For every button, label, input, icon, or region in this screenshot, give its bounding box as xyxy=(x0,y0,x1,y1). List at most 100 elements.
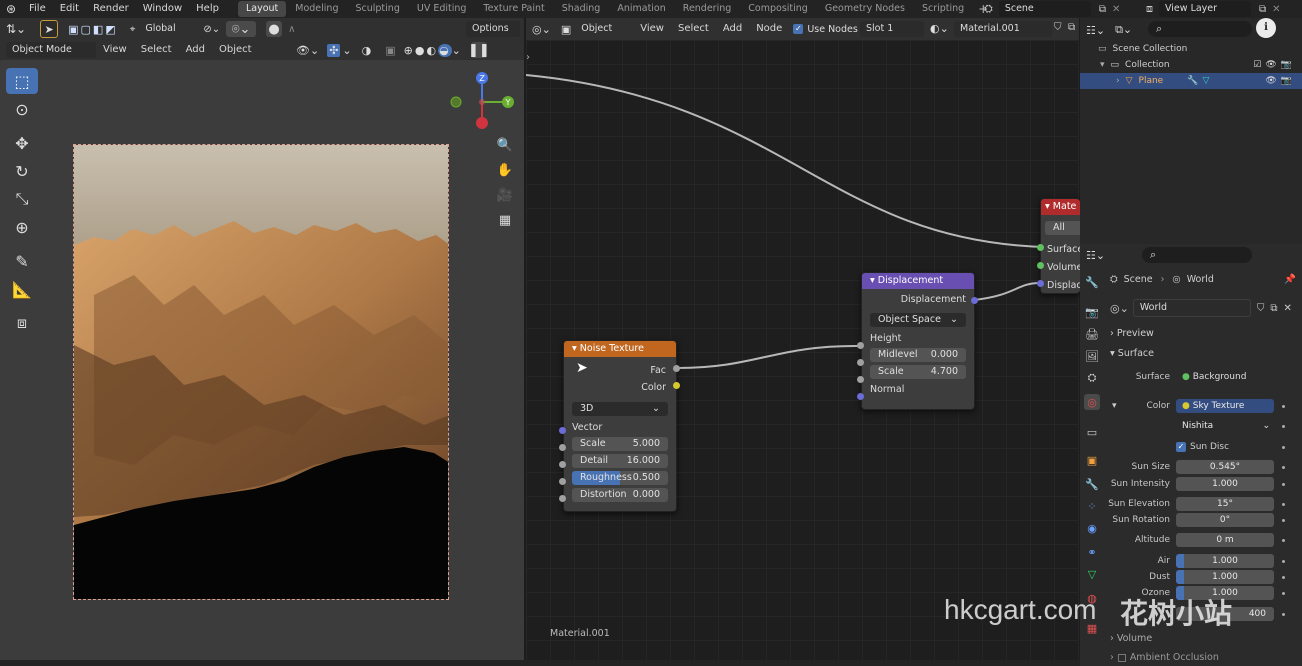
sun-intensity-field[interactable]: 1.000 xyxy=(1176,477,1274,491)
midlevel-socket[interactable] xyxy=(857,359,864,366)
unlink-world-icon[interactable]: ✕ xyxy=(1283,303,1291,314)
output-node-title[interactable]: ▾ Mate xyxy=(1041,199,1080,215)
zoom-icon[interactable]: 🔍 xyxy=(494,134,516,156)
collection-visibility-icons[interactable]: ☑👁📷 xyxy=(1253,60,1296,70)
properties-type-icon[interactable]: ☷⌄ xyxy=(1086,249,1105,262)
particles-tab-icon[interactable]: ⁘ xyxy=(1084,498,1100,514)
viewport-area[interactable]: ⬚ ⊙ ✥ ↻ ⤡ ⊕ ✎ 📐 ⧈ Z Y 🔍 ✋ 🎥 ▦ xyxy=(0,60,524,660)
dimensions-select[interactable]: 3D ⌄ xyxy=(572,402,668,416)
material-browse-icon[interactable]: ◐⌄ xyxy=(930,22,949,35)
tab-rendering[interactable]: Rendering xyxy=(675,1,740,17)
displacement-in-socket[interactable] xyxy=(1037,280,1044,287)
altitude-field[interactable]: 0 m xyxy=(1176,533,1274,547)
tab-compositing[interactable]: Compositing xyxy=(740,1,816,17)
tab-animation[interactable]: Animation xyxy=(609,1,673,17)
displacement-node-title[interactable]: ▾ Displacement xyxy=(862,273,974,289)
use-nodes-checkbox[interactable]: ✓ xyxy=(793,24,804,34)
animate-dot[interactable] xyxy=(1282,445,1285,449)
shader-type-select[interactable]: Object xyxy=(575,21,634,37)
gizmo-neg-y-axis[interactable] xyxy=(450,96,462,108)
select-cursor-icon[interactable]: ➤ xyxy=(40,20,59,38)
collection-tab-icon[interactable]: ▭ xyxy=(1084,424,1100,440)
dust-slider[interactable]: 1.000 xyxy=(1176,570,1274,584)
scale-field[interactable]: Scale 4.700 xyxy=(870,365,966,379)
tab-layout[interactable]: Layout xyxy=(237,1,287,17)
measure-tool-icon[interactable]: 📐 xyxy=(6,276,38,302)
move-tool-icon[interactable]: ✥ xyxy=(6,130,38,156)
menu-edit[interactable]: Edit xyxy=(53,0,86,18)
expand-collection-icon[interactable]: ▾ xyxy=(1100,60,1105,70)
pause-render-icon[interactable]: ❚❚ xyxy=(468,42,490,58)
transform-orientation-select[interactable]: Global xyxy=(139,21,200,37)
tab-sculpting[interactable]: Sculpting xyxy=(347,1,407,17)
noise-roughness-field[interactable]: Roughness 0.500 xyxy=(572,471,668,485)
options-button[interactable]: Options xyxy=(466,21,520,37)
render-tab-icon[interactable]: 📷 xyxy=(1084,304,1100,320)
tab-modeling[interactable]: Modeling xyxy=(287,1,346,17)
tab-shading[interactable]: Shading xyxy=(554,1,609,17)
annotate-tool-icon[interactable]: ✎ xyxy=(6,248,38,274)
overlays-icon[interactable]: ◑ xyxy=(362,44,372,57)
scale-in-socket[interactable] xyxy=(559,444,566,451)
tool-tab-icon[interactable]: 🔧 xyxy=(1084,274,1100,290)
color-expand-icon[interactable]: ▾ xyxy=(1112,401,1117,411)
expand-plane-icon[interactable]: › xyxy=(1116,76,1120,86)
surface-shader-select[interactable]: ● Background xyxy=(1176,370,1274,384)
viewport-menu-add[interactable]: Add xyxy=(179,41,212,59)
grid-view-icon[interactable]: ▦ xyxy=(494,209,516,231)
scale-tool-icon[interactable]: ⤡ xyxy=(6,186,38,212)
normal-socket[interactable] xyxy=(857,393,864,400)
plane-visibility-icons[interactable]: 👁📷 xyxy=(1265,76,1296,86)
fake-user-icon[interactable]: ⛉ xyxy=(1054,22,1062,33)
copy-world-icon[interactable]: ⧉ xyxy=(1270,303,1277,314)
surface-socket[interactable] xyxy=(1037,244,1044,251)
node-menu-select[interactable]: Select xyxy=(671,20,716,38)
tab-scripting[interactable]: Scripting xyxy=(914,1,972,17)
falloff-icon[interactable]: ∧ xyxy=(288,24,295,35)
material-name[interactable]: Material.001 xyxy=(954,21,1052,37)
menu-file[interactable]: File xyxy=(22,0,53,18)
copy-view-layer-icon[interactable]: ⧉ xyxy=(1259,4,1266,15)
outliner-type-icon[interactable]: ☷⌄ xyxy=(1086,24,1105,37)
animate-dot[interactable] xyxy=(1282,559,1285,563)
height-socket[interactable] xyxy=(857,342,864,349)
ao-panel-header[interactable]: › Ambient Occlusion xyxy=(1110,652,1219,663)
tab-texture-paint[interactable]: Texture Paint xyxy=(475,1,552,17)
scene-name[interactable]: Scene xyxy=(998,1,1091,17)
xray-icon[interactable]: ▣ xyxy=(385,44,395,57)
cursor-tool-icon[interactable]: ⊙ xyxy=(6,96,38,122)
rotate-tool-icon[interactable]: ↻ xyxy=(6,158,38,184)
mode-select[interactable]: Object Mode xyxy=(6,42,96,58)
data-tab-icon[interactable]: ▽ xyxy=(1084,566,1100,582)
visibility-icon[interactable]: 👁⌄ xyxy=(296,44,319,57)
color-socket[interactable] xyxy=(673,382,680,389)
noise-distortion-field[interactable]: Distortion 0.000 xyxy=(572,488,668,502)
world-tab-icon[interactable]: ◎ xyxy=(1084,394,1100,410)
view-layer-selector[interactable]: ⧈ View Layer ⧉ ✕ xyxy=(1146,0,1302,18)
gizmo-menu-icon[interactable]: ⌄ xyxy=(342,44,351,57)
navigation-gizmo[interactable]: Z Y xyxy=(446,68,522,140)
tab-geometry-nodes[interactable]: Geometry Nodes xyxy=(817,1,913,17)
menu-window[interactable]: Window xyxy=(136,0,189,18)
animate-dot[interactable] xyxy=(1282,518,1285,522)
view-layer-name[interactable]: View Layer xyxy=(1159,1,1251,17)
fac-socket[interactable] xyxy=(673,365,680,372)
menu-help[interactable]: Help xyxy=(189,0,226,18)
pin-icon[interactable]: 📌 xyxy=(1284,274,1296,285)
scene-collection-label[interactable]: Scene Collection xyxy=(1113,44,1188,54)
noise-detail-field[interactable]: Detail 16.000 xyxy=(572,454,668,468)
outliner-row-plane[interactable]: › ▽ Plane 🔧 ▽ 👁📷 xyxy=(1080,73,1302,89)
distortion-in-socket[interactable] xyxy=(559,495,566,502)
constraints-tab-icon[interactable]: ⚭ xyxy=(1084,544,1100,560)
animate-dot[interactable] xyxy=(1282,502,1285,506)
gizmo-toggle-icon[interactable]: ✣ xyxy=(327,43,341,57)
select-box-mode-icons[interactable]: ▣▢◧◩ xyxy=(68,23,118,36)
noise-scale-field[interactable]: Scale 5.000 xyxy=(572,437,668,451)
scene-tab-icon[interactable]: ⛭ xyxy=(1084,370,1100,386)
blender-logo-icon[interactable]: ⊛ xyxy=(0,2,22,16)
modifier-wrench-icon[interactable]: 🔧 xyxy=(1187,76,1198,86)
surface-panel-header[interactable]: ▾ Surface xyxy=(1110,348,1154,359)
animate-dot[interactable] xyxy=(1282,538,1285,542)
editor-type-icon[interactable]: ⇅⌄ xyxy=(6,22,26,36)
menu-render[interactable]: Render xyxy=(86,0,136,18)
